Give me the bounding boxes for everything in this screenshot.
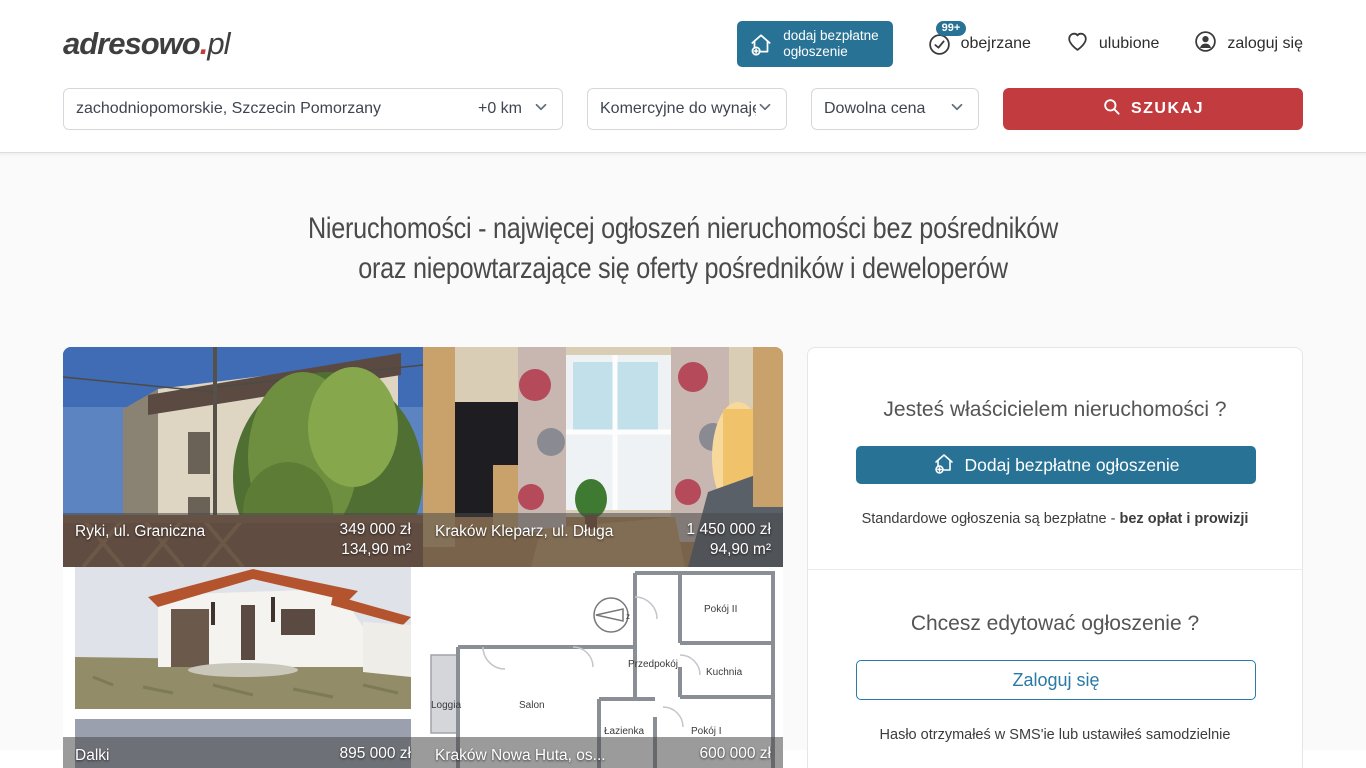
add-listing-button[interactable]: dodaj bezpłatne ogłoszenie <box>737 21 892 67</box>
property-type-value: Komercyjne do wynaję <box>600 100 756 118</box>
edit-note: Hasło otrzymałeś w SMS'ie lub ustawiłeś … <box>856 727 1254 743</box>
listing-overlay: Kraków Nowa Huta, os... 600 000 zł <box>423 737 783 768</box>
check-circle-icon: 99+ <box>927 32 952 57</box>
owner-note-bold: bez opłat i prowizji <box>1120 511 1249 527</box>
add-listing-label: dodaj bezpłatne ogłoszenie <box>783 28 878 60</box>
listing-card[interactable]: Kraków Kleparz, ul. Długa 1 450 000 zł 9… <box>423 347 783 567</box>
listing-overlay: Kraków Kleparz, ul. Długa 1 450 000 zł 9… <box>423 513 783 567</box>
floorplan-label-room2: Pokój II <box>704 604 737 615</box>
search-bar: zachodniopomorskie, Szczecin Pomorzany +… <box>63 88 1303 152</box>
floorplan-label-loggia: Loggia <box>431 700 461 711</box>
sidebar-panel: Jesteś właścicielem nieruchomości ? Doda… <box>807 347 1303 768</box>
heart-icon <box>1065 29 1090 59</box>
floorplan-label-hall: Przedpokój <box>628 659 678 670</box>
listing-area: 94,90 m² <box>687 540 771 560</box>
listing-price-area: 600 000 zł <box>699 744 771 764</box>
top-header: adresowo.pl dodaj bezpłatne ogłoszenie <box>0 0 1366 152</box>
search-button-label: SZUKAJ <box>1131 100 1204 118</box>
search-button[interactable]: SZUKAJ <box>1003 88 1303 130</box>
floorplan-compass-label: z <box>626 612 630 621</box>
listing-price-area: 895 000 zł <box>339 744 411 764</box>
listing-price: 600 000 zł <box>699 744 771 764</box>
floorplan-label-bathroom: Łazienka <box>604 726 644 737</box>
listing-title: Kraków Kleparz, ul. Długa <box>435 523 613 541</box>
favorites-label: ulubione <box>1099 35 1160 53</box>
location-input[interactable]: zachodniopomorskie, Szczecin Pomorzany +… <box>63 88 563 130</box>
user-icon <box>1193 29 1218 59</box>
header-nav: dodaj bezpłatne ogłoszenie 99+ obejrzane <box>737 21 1303 67</box>
main-content: Nieruchomości - najwięcej ogłoszeń nieru… <box>0 152 1366 750</box>
edit-section: Chcesz edytować ogłoszenie ? Zaloguj się… <box>808 570 1302 768</box>
house-add-icon <box>748 31 774 57</box>
listing-overlay: Dalki 895 000 zł <box>63 737 423 768</box>
listing-price: 895 000 zł <box>339 744 411 764</box>
floorplan-label-room1: Pokój I <box>691 726 722 737</box>
property-type-select[interactable]: Komercyjne do wynaję <box>587 88 787 130</box>
listing-title: Ryki, ul. Graniczna <box>75 523 205 541</box>
edit-heading: Chcesz edytować ogłoszenie ? <box>856 612 1254 636</box>
nav-item-favorites[interactable]: ulubione <box>1065 29 1160 59</box>
listing-price-area: 349 000 zł 134,90 m² <box>339 520 411 560</box>
nav-item-login[interactable]: zaloguj się <box>1193 29 1303 59</box>
sidebar-login-label: Zaloguj się <box>1012 670 1099 691</box>
owner-note: Standardowe ogłoszenia są bezpłatne - be… <box>856 511 1254 527</box>
listing-area: 134,90 m² <box>339 540 411 560</box>
listing-card[interactable]: Dalki 895 000 zł <box>63 567 423 768</box>
chevron-down-icon <box>532 98 550 121</box>
radius-value: +0 km <box>478 100 522 118</box>
location-value: zachodniopomorskie, Szczecin Pomorzany <box>76 100 478 118</box>
viewed-label: obejrzane <box>961 35 1031 53</box>
listing-card[interactable]: Pokój II Przedpokój Kuchnia Salon Loggia… <box>423 567 783 768</box>
search-icon <box>1102 97 1122 122</box>
listing-price-area: 1 450 000 zł 94,90 m² <box>687 520 771 560</box>
listing-overlay: Ryki, ul. Graniczna 349 000 zł 134,90 m² <box>63 513 423 567</box>
sidebar-login-button[interactable]: Zaloguj się <box>856 660 1256 700</box>
floorplan-label-livingroom: Salon <box>519 700 545 711</box>
sidebar-add-listing-label: Dodaj bezpłatne ogłoszenie <box>964 455 1179 476</box>
listing-title: Kraków Nowa Huta, os... <box>435 747 606 765</box>
owner-heading: Jesteś właścicielem nieruchomości ? <box>856 398 1254 422</box>
listing-title: Dalki <box>75 747 109 765</box>
price-value: Dowolna cena <box>824 100 948 118</box>
owner-section: Jesteś właścicielem nieruchomości ? Doda… <box>808 348 1302 569</box>
listing-price: 1 450 000 zł <box>687 520 771 540</box>
logo[interactable]: adresowo.pl <box>63 26 229 62</box>
listing-grid: Ryki, ul. Graniczna 349 000 zł 134,90 m² <box>63 347 783 768</box>
page-title-line1: Nieruchomości - najwięcej ogłoszeń nieru… <box>109 209 1256 249</box>
page-title-line2: oraz niepowtarzające się oferty pośredni… <box>109 249 1256 289</box>
nav-item-viewed[interactable]: 99+ obejrzane <box>927 32 1031 57</box>
page-title: Nieruchomości - najwięcej ogłoszeń nieru… <box>0 153 1366 289</box>
logo-text-main: adresowo <box>63 26 200 61</box>
listing-card[interactable]: Ryki, ul. Graniczna 349 000 zł 134,90 m² <box>63 347 423 567</box>
chevron-down-icon <box>948 98 966 121</box>
viewed-count-badge: 99+ <box>936 21 967 36</box>
sidebar-add-listing-button[interactable]: Dodaj bezpłatne ogłoszenie <box>856 446 1256 484</box>
house-add-icon <box>932 451 956 480</box>
price-select[interactable]: Dowolna cena <box>811 88 979 130</box>
listing-price: 349 000 zł <box>339 520 411 540</box>
login-label: zaloguj się <box>1227 35 1303 53</box>
floorplan-label-kitchen: Kuchnia <box>706 667 743 678</box>
chevron-down-icon <box>756 98 774 121</box>
logo-tld: pl <box>207 26 229 61</box>
